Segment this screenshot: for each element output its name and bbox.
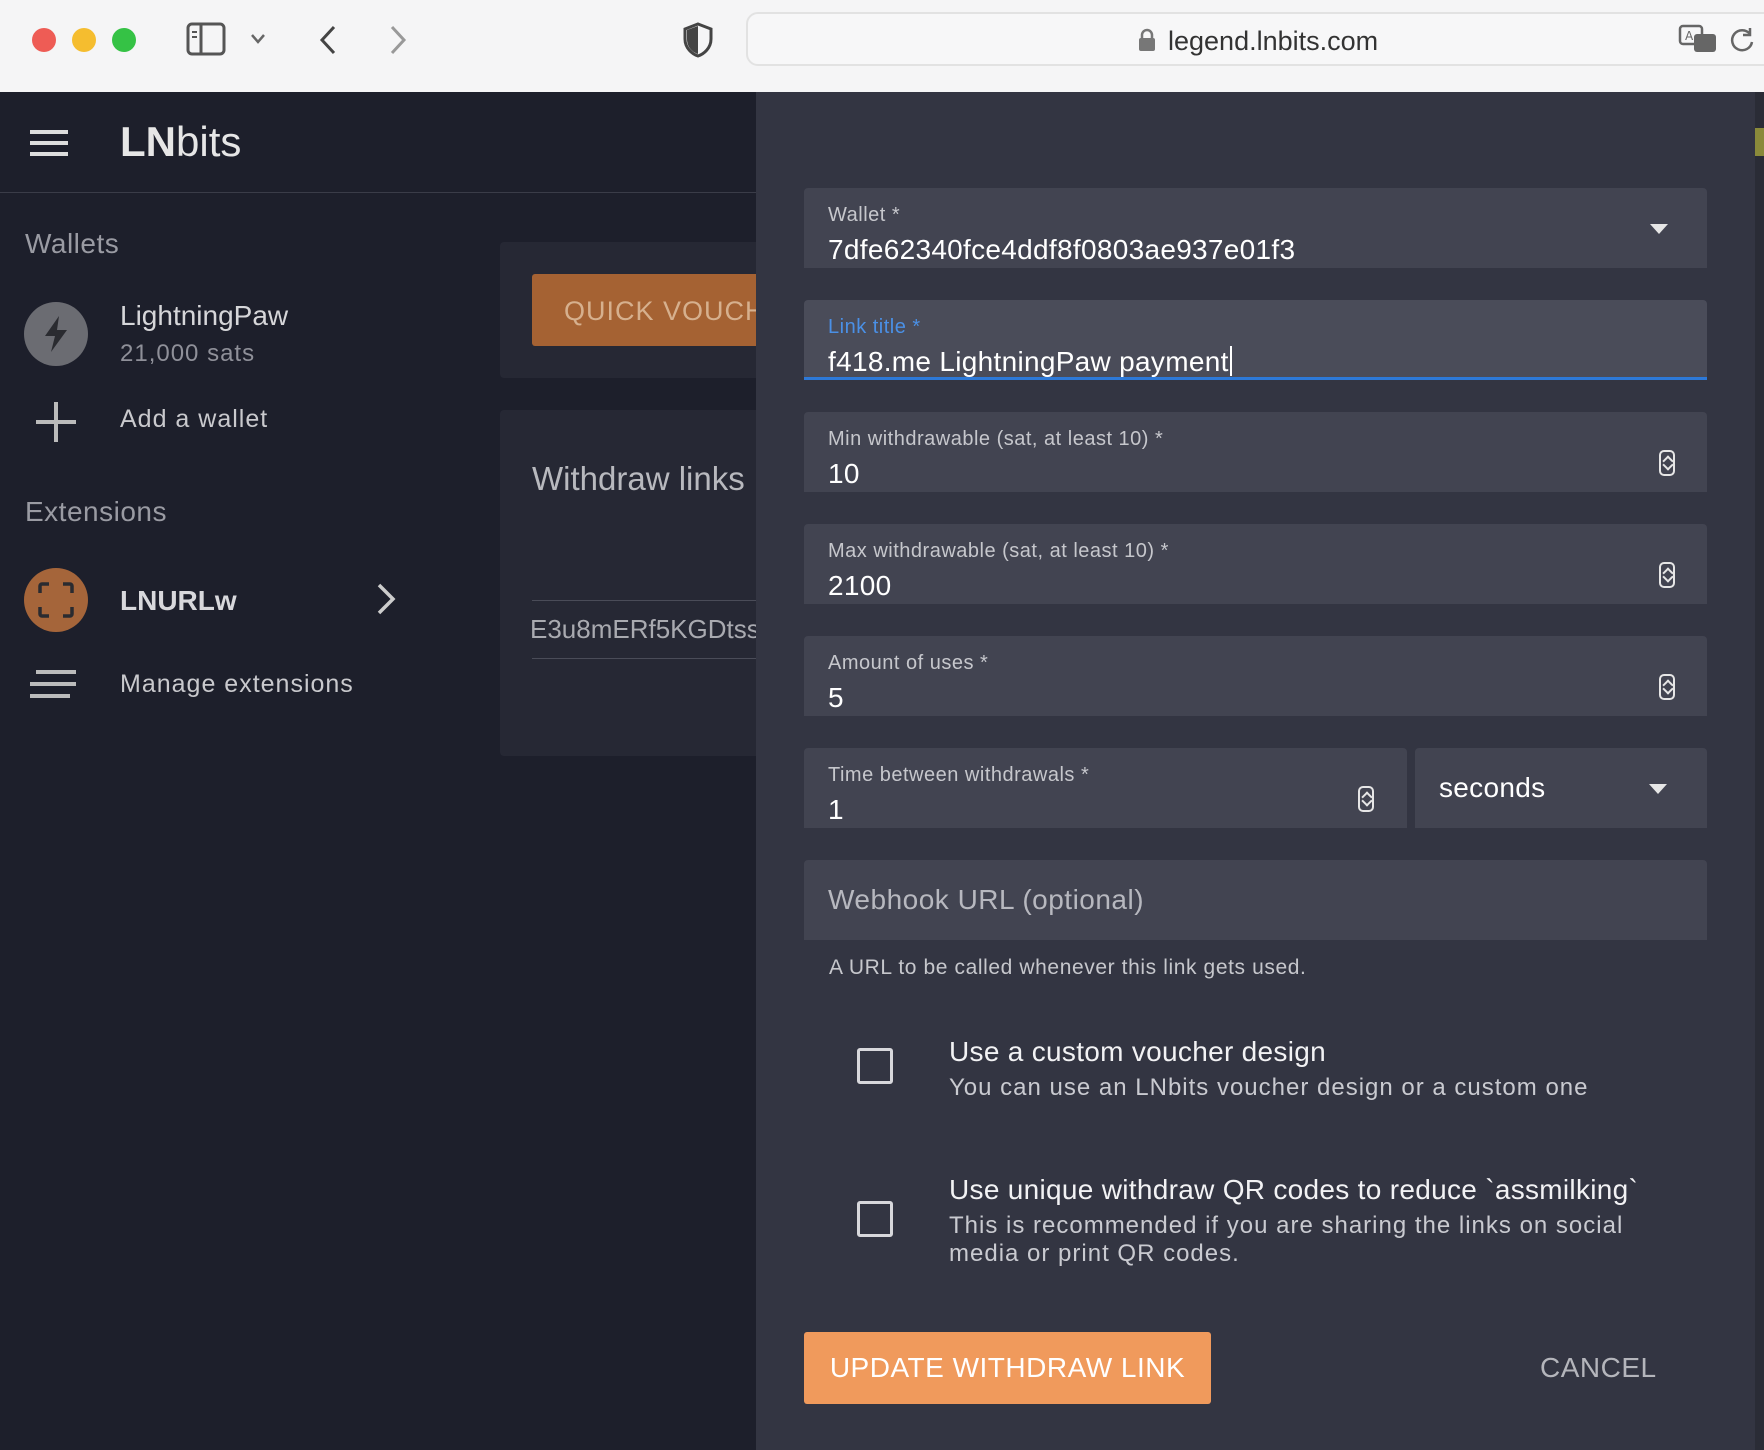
webhook-hint: A URL to be called whenever this link ge… [829,956,1307,979]
link-title-field[interactable]: Link title * f418.me LightningPaw paymen… [804,300,1707,380]
translate-icon[interactable]: A [1678,24,1718,59]
unique-codes-checkbox[interactable] [857,1201,893,1237]
chevron-down-icon[interactable] [250,32,266,50]
wait-time-input[interactable]: 1 [828,794,844,826]
max-withdrawable-label: Max withdrawable (sat, at least 10) * [828,540,1169,562]
quick-voucher-button[interactable]: QUICK VOUCH [532,274,792,346]
wallet-name: LightningPaw [120,300,289,331]
min-withdrawable-input[interactable]: 10 [828,458,860,490]
max-withdrawable-field[interactable]: Max withdrawable (sat, at least 10) * 21… [804,524,1707,604]
wait-time-field[interactable]: Time between withdrawals * 1 [804,748,1407,828]
browser-toolbar: legend.lnbits.com A [0,0,1764,93]
close-window-button[interactable] [32,28,56,52]
link-title-label: Link title * [828,316,921,338]
background-edge [1755,92,1764,1450]
reload-icon[interactable] [1728,26,1756,59]
scan-frame-icon [38,582,74,618]
number-stepper-icon[interactable] [1659,674,1675,700]
extension-avatar [24,568,88,632]
add-wallet-label: Add a wallet [120,405,269,433]
text-caret [1229,346,1232,376]
app-header: LNbits [0,92,756,193]
wallets-section-title: Wallets [25,228,120,259]
sidebar-toggle-icon[interactable] [186,22,226,61]
custom-design-title: Use a custom voucher design [949,1036,1326,1067]
lock-icon [1138,28,1156,57]
uses-label: Amount of uses * [828,652,989,674]
wait-unit-select[interactable]: seconds [1415,748,1707,828]
shield-icon[interactable] [682,22,714,63]
divider [532,658,792,659]
dropdown-arrow-icon [1650,224,1668,234]
number-stepper-icon[interactable] [1659,562,1675,588]
link-id-cell: E3u8mERf5KGDtss [530,614,760,644]
update-withdraw-link-button[interactable]: UPDATE WITHDRAW LINK [804,1332,1211,1404]
forward-icon[interactable] [388,24,408,61]
custom-design-subtitle: You can use an LNbits voucher design or … [949,1074,1589,1101]
plus-icon [36,402,76,447]
wallet-select-label: Wallet * [828,204,901,226]
unique-codes-subtitle: This is recommended if you are sharing t… [949,1212,1624,1267]
custom-design-checkbox[interactable] [857,1048,893,1084]
chevron-right-icon [375,582,397,621]
wait-time-label: Time between withdrawals * [828,764,1090,786]
minimize-window-button[interactable] [72,28,96,52]
uses-field[interactable]: Amount of uses * 5 [804,636,1707,716]
address-bar[interactable]: legend.lnbits.com [746,12,1764,66]
uses-input[interactable]: 5 [828,682,844,714]
number-stepper-icon[interactable] [1358,786,1374,812]
withdraw-links-title: Withdraw links [532,460,745,497]
url-text: legend.lnbits.com [1168,26,1379,56]
extension-name: LNURLw [120,585,237,616]
link-title-input[interactable]: f418.me LightningPaw payment [828,346,1232,378]
min-withdrawable-label: Min withdrawable (sat, at least 10) * [828,428,1164,450]
wallet-select[interactable]: Wallet * 7dfe62340fce4ddf8f0803ae937e01f… [804,188,1707,268]
zoom-window-button[interactable] [112,28,136,52]
manage-extensions-label: Manage extensions [120,670,354,698]
webhook-url-placeholder: Webhook URL (optional) [828,884,1145,915]
divider [532,600,792,601]
wallet-balance: 21,000 sats [120,340,256,367]
extensions-section-title: Extensions [25,496,167,527]
menu-icon[interactable] [30,130,68,161]
list-icon [30,670,80,705]
max-withdrawable-input[interactable]: 2100 [828,570,892,602]
webhook-url-field[interactable]: Webhook URL (optional) [804,860,1707,940]
number-stepper-icon[interactable] [1659,450,1675,476]
bolt-icon [45,316,67,352]
cancel-button[interactable]: CANCEL [1540,1352,1657,1384]
wallet-avatar [24,302,88,366]
wallet-select-value: 7dfe62340fce4ddf8f0803ae937e01f3 [828,234,1296,265]
dropdown-arrow-icon [1649,784,1667,794]
unique-codes-title: Use unique withdraw QR codes to reduce `… [949,1174,1639,1205]
wait-unit-value: seconds [1439,772,1546,803]
back-icon[interactable] [318,24,338,61]
app-logo[interactable]: LNbits [120,118,241,166]
min-withdrawable-field[interactable]: Min withdrawable (sat, at least 10) * 10 [804,412,1707,492]
svg-text:A: A [1685,29,1694,43]
